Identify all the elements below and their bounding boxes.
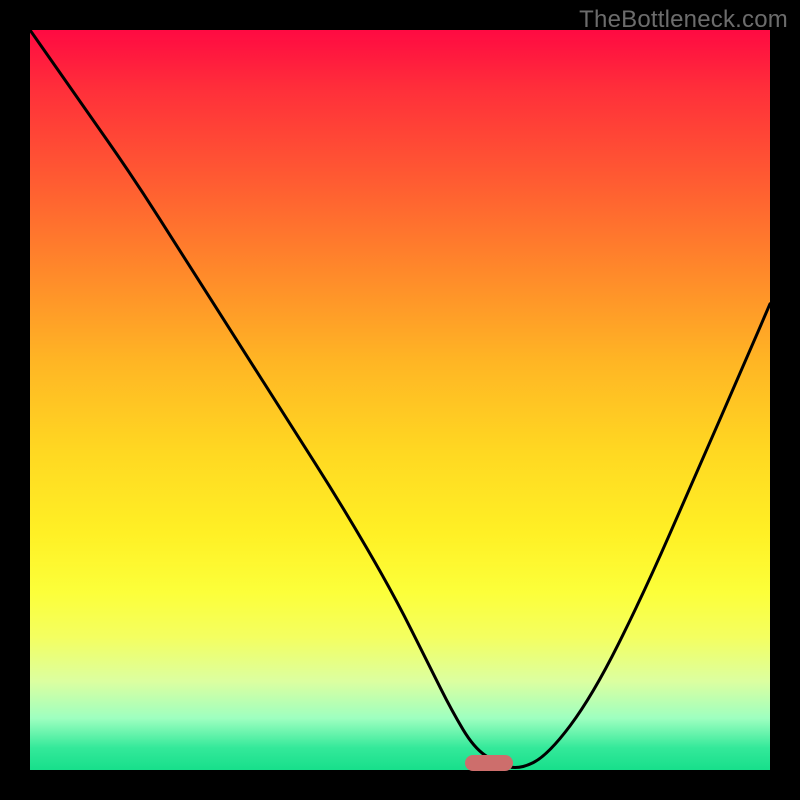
optimal-marker bbox=[465, 755, 513, 771]
chart-frame: TheBottleneck.com bbox=[0, 0, 800, 800]
curve-path bbox=[30, 30, 770, 768]
bottleneck-curve bbox=[30, 30, 770, 770]
watermark-text: TheBottleneck.com bbox=[579, 6, 788, 34]
plot-area bbox=[30, 30, 770, 770]
